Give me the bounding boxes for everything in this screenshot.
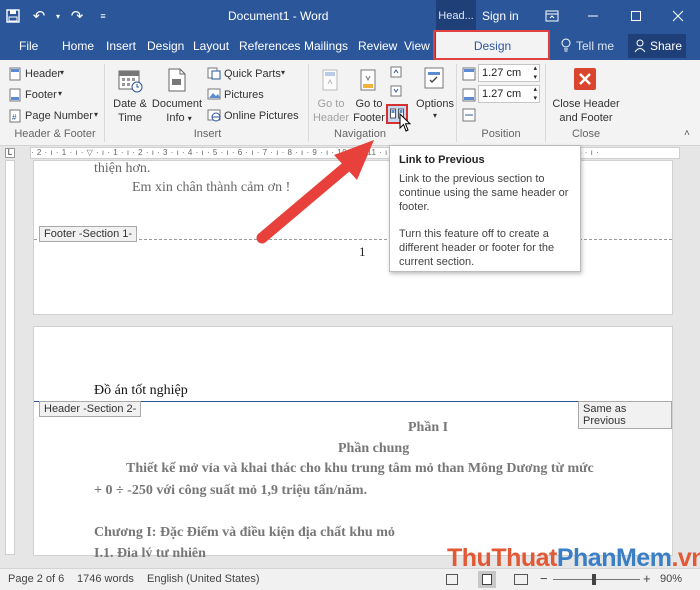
watermark-logo: ThuThuatPhanMem.vn xyxy=(447,544,700,573)
red-arrow-annotation xyxy=(256,140,374,244)
zoom-slider-thumb[interactable] xyxy=(592,574,596,585)
read-mode-icon[interactable] xyxy=(446,574,458,585)
tooltip-title: Link to Previous xyxy=(399,154,485,166)
zoom-out-icon[interactable]: − xyxy=(540,571,548,586)
page-count[interactable]: Page 2 of 6 xyxy=(8,573,64,585)
tooltip-paragraph-1: Link to the previous section to continue… xyxy=(399,173,569,213)
watermark-part-1: ThuThuat xyxy=(447,544,557,572)
language-indicator[interactable]: English (United States) xyxy=(147,573,260,585)
print-layout-icon[interactable] xyxy=(478,571,496,588)
tooltip-paragraph-2: Turn this feature off to create a differ… xyxy=(399,228,555,268)
link-to-previous-tooltip: Link to Previous Link to the previous se… xyxy=(389,145,581,272)
zoom-level[interactable]: 90% xyxy=(660,573,682,585)
watermark-part-3: .vn xyxy=(671,544,700,572)
word-count[interactable]: 1746 words xyxy=(77,573,134,585)
zoom-slider[interactable] xyxy=(553,579,640,580)
web-layout-icon[interactable] xyxy=(514,574,528,585)
watermark-part-2: PhanMem xyxy=(556,544,672,572)
zoom-in-icon[interactable]: + xyxy=(643,571,651,586)
